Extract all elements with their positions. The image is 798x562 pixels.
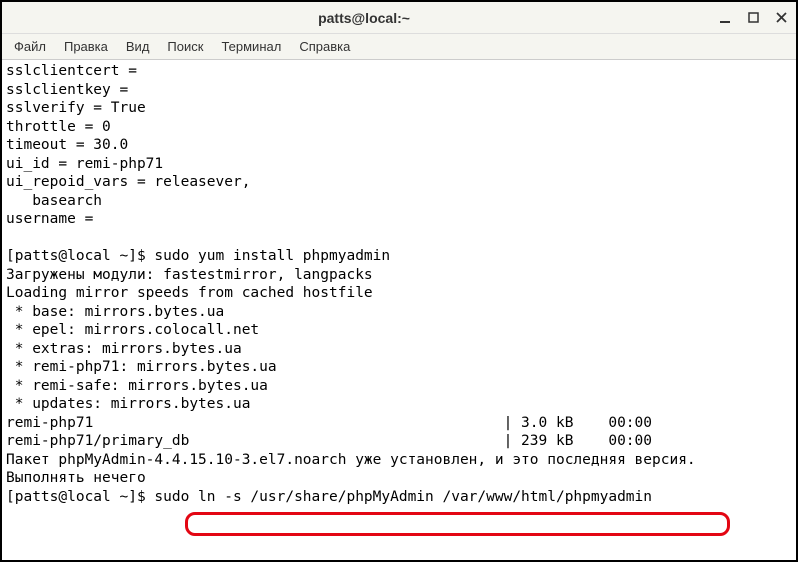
window-titlebar: patts@local:~	[2, 2, 796, 34]
menu-help[interactable]: Справка	[291, 36, 358, 57]
menu-search[interactable]: Поиск	[159, 36, 211, 57]
minimize-button[interactable]	[718, 11, 732, 25]
menu-file[interactable]: Файл	[6, 36, 54, 57]
menubar: Файл Правка Вид Поиск Терминал Справка	[2, 34, 796, 60]
maximize-button[interactable]	[746, 11, 760, 25]
window-title: patts@local:~	[10, 10, 718, 26]
close-button[interactable]	[774, 11, 788, 25]
menu-edit[interactable]: Правка	[56, 36, 116, 57]
terminal-output[interactable]: sslclientcert = sslclientkey = sslverify…	[2, 60, 796, 560]
menu-terminal[interactable]: Терминал	[213, 36, 289, 57]
menu-view[interactable]: Вид	[118, 36, 158, 57]
window-controls	[718, 11, 788, 25]
